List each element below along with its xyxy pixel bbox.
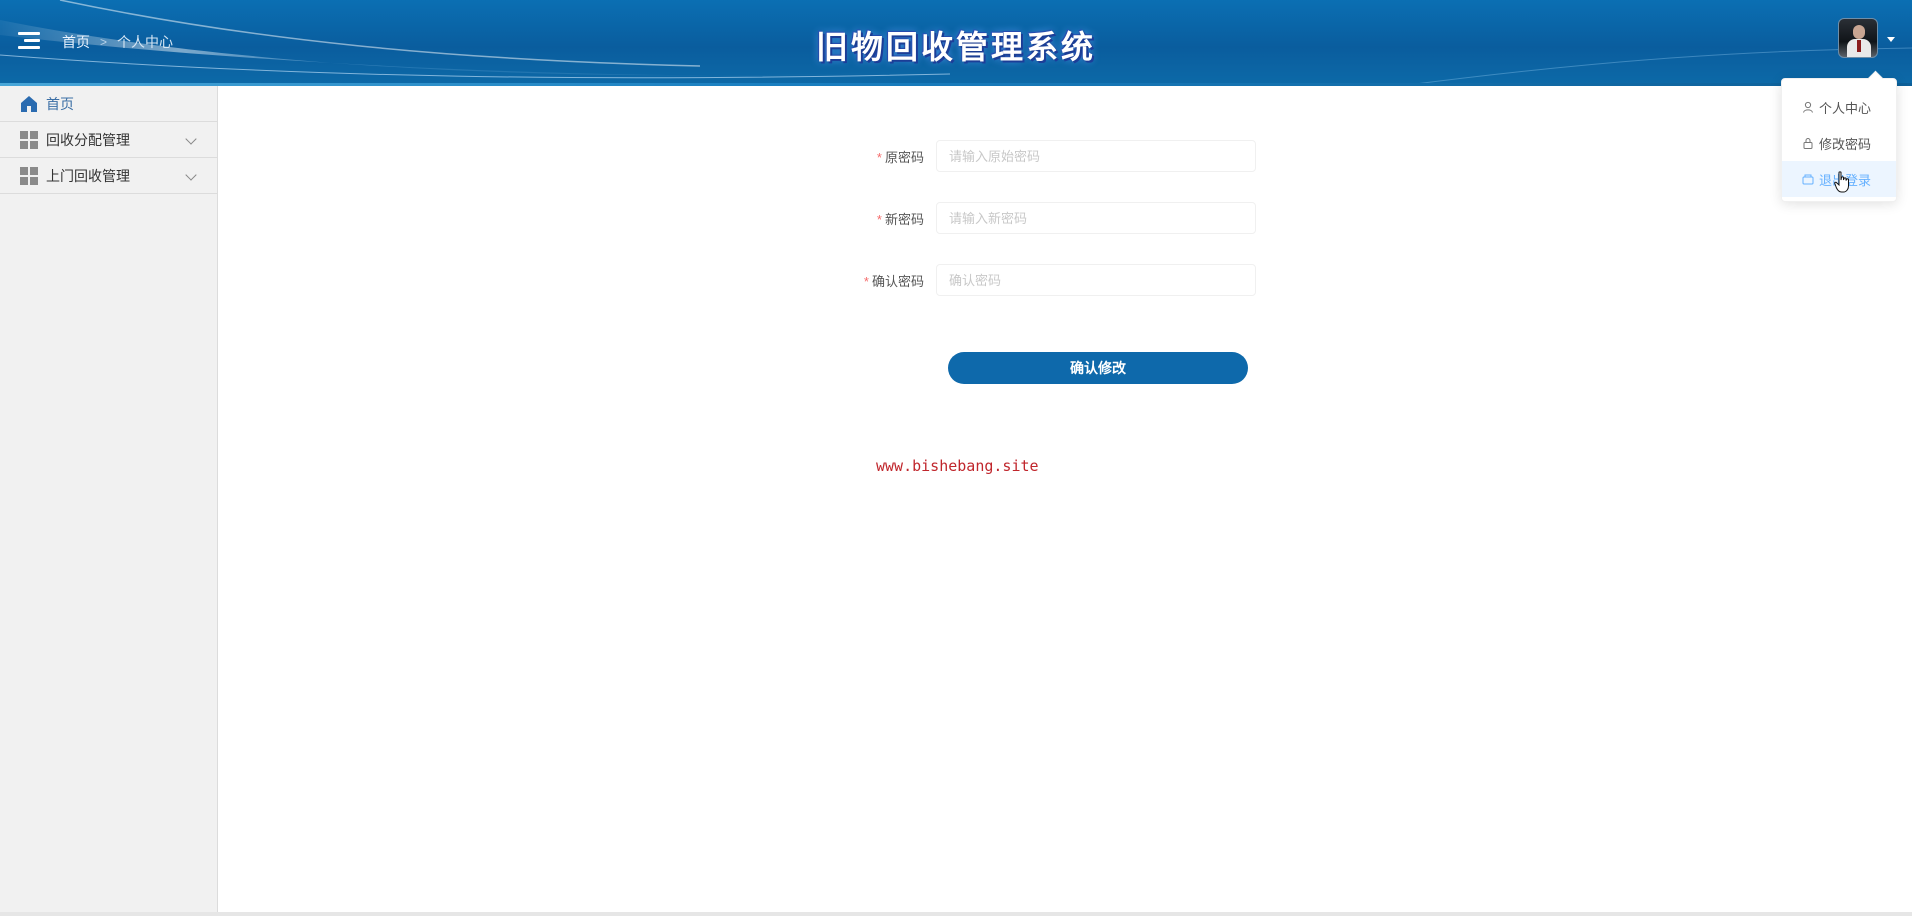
user-avatar-icon[interactable]	[1838, 18, 1878, 58]
new-password-input[interactable]	[936, 202, 1256, 234]
old-password-label: * 原密码	[876, 149, 924, 165]
dropdown-item-profile[interactable]: 个人中心	[1782, 89, 1896, 125]
home-icon	[20, 95, 38, 113]
dropdown-item-logout[interactable]: 退出登录	[1782, 161, 1896, 197]
dropdown-item-label: 修改密码	[1819, 136, 1872, 152]
sidebar: 首页 回收分配管理 上门回收管理	[0, 86, 218, 916]
sidebar-item-home[interactable]: 首页	[0, 86, 217, 122]
dropdown-item-change-password[interactable]: 修改密码	[1782, 125, 1896, 161]
watermark-text: www.bishebang.site	[876, 457, 1039, 475]
new-password-label: * 新密码	[876, 211, 924, 227]
sidebar-item-recycle-allocation[interactable]: 回收分配管理	[0, 122, 217, 158]
chevron-down-icon	[185, 133, 197, 145]
confirm-password-row: * 确认密码	[860, 264, 1280, 296]
lock-icon	[1803, 138, 1813, 149]
header-divider	[0, 83, 1912, 86]
bottom-scroll-edge	[0, 912, 1912, 916]
old-password-input[interactable]	[936, 140, 1256, 172]
new-password-row: * 新密码	[860, 202, 1280, 234]
chevron-down-icon	[185, 169, 197, 181]
sidebar-item-label: 上门回收管理	[46, 167, 130, 184]
confirm-password-input[interactable]	[936, 264, 1256, 296]
top-header: 首页 > 个人中心 旧物回收管理系统	[0, 0, 1912, 86]
grid-icon	[20, 166, 38, 185]
old-password-row: * 原密码	[860, 140, 1280, 172]
sidebar-item-label: 回收分配管理	[46, 131, 130, 148]
confirm-change-button[interactable]: 确认修改	[948, 352, 1248, 384]
dropdown-item-label: 退出登录	[1819, 172, 1872, 188]
confirm-password-label: * 确认密码	[863, 273, 924, 289]
user-dropdown-menu: 个人中心 修改密码 退出登录	[1781, 78, 1897, 202]
grid-icon	[20, 130, 38, 149]
user-icon	[1803, 101, 1813, 113]
dropdown-item-label: 个人中心	[1819, 100, 1872, 116]
app-title: 旧物回收管理系统	[815, 28, 1096, 66]
sidebar-item-door-recycle[interactable]: 上门回收管理	[0, 158, 217, 194]
caret-down-icon[interactable]	[1887, 37, 1895, 42]
sidebar-item-label: 首页	[46, 95, 74, 112]
logout-icon	[1802, 174, 1814, 185]
